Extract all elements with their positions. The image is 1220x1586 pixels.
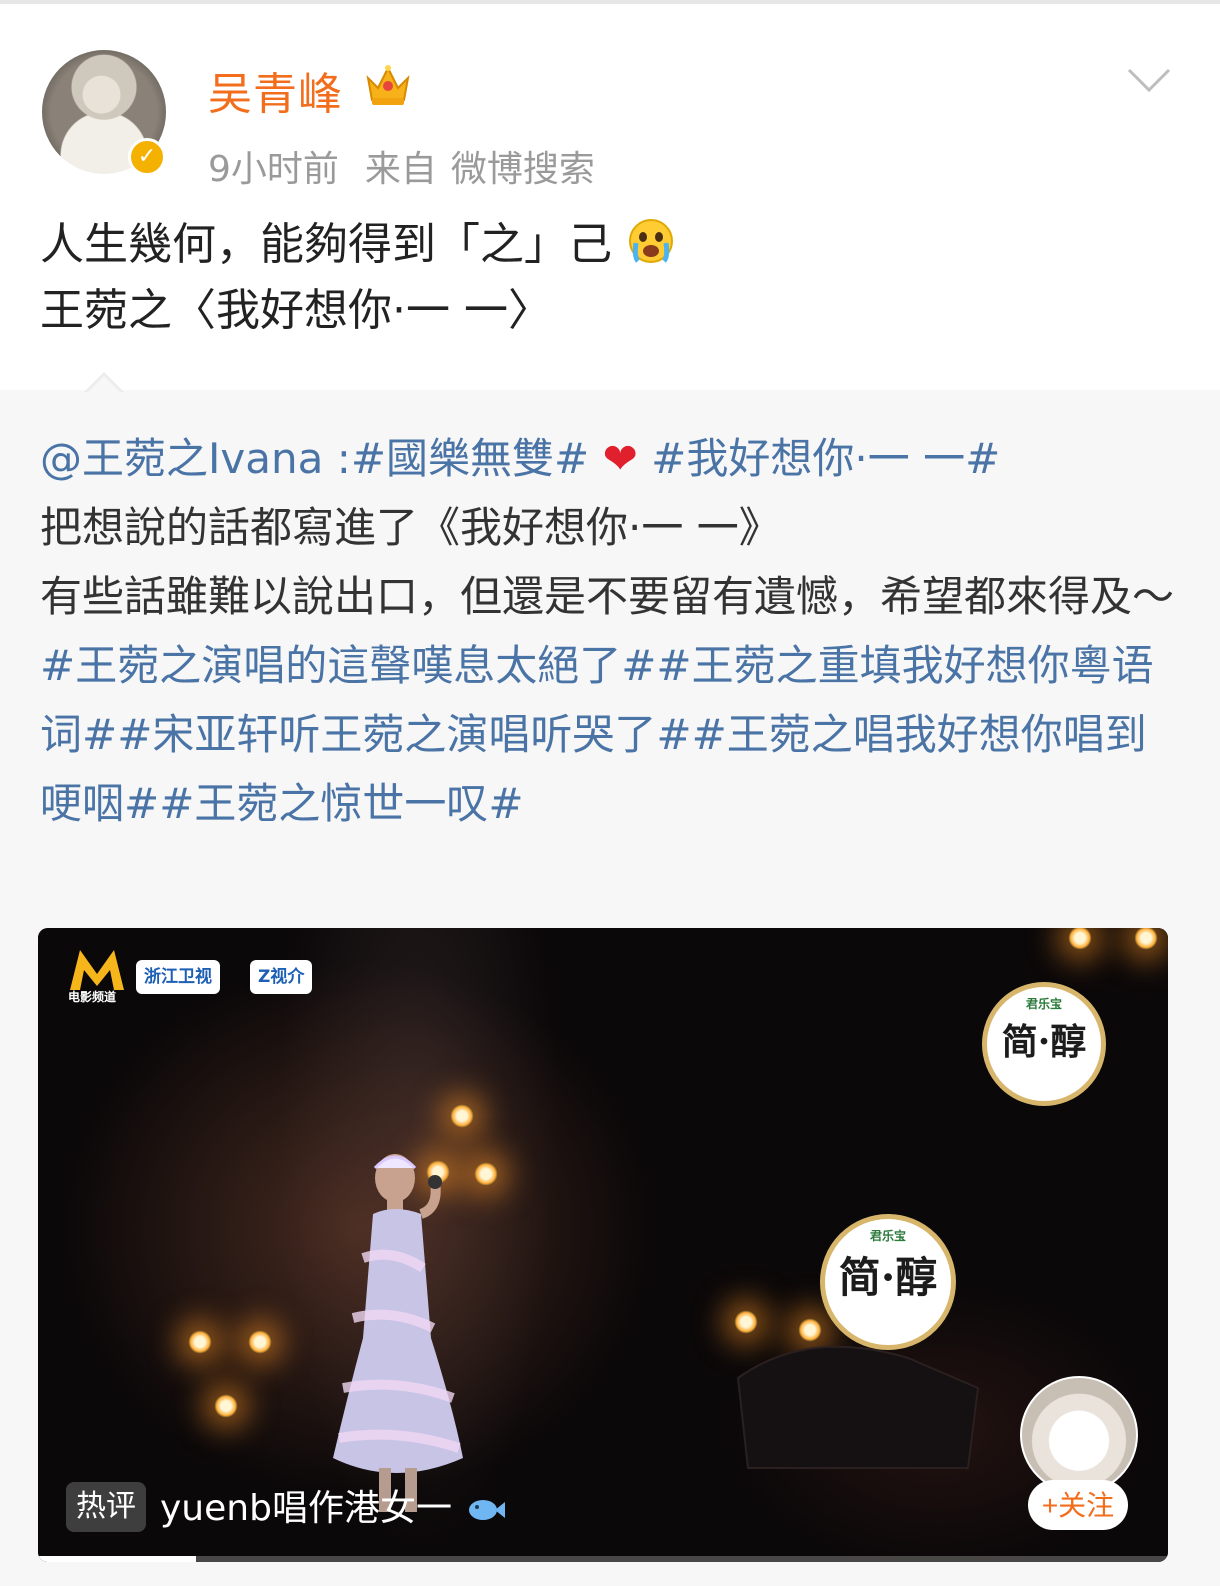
- top-divider: [0, 0, 1220, 4]
- hot-comment-tag: 热评: [66, 1482, 146, 1532]
- hot-comment-body: yuenb唱作港女一: [160, 1488, 452, 1529]
- source-prefix: 来自: [364, 149, 437, 190]
- follow-button[interactable]: +关注: [1028, 1480, 1128, 1530]
- tv-logo-zshijie: Z视介: [250, 960, 313, 994]
- post-text: 人生幾何，能夠得到「之」己 王菀之〈我好想你·一 一〉: [40, 212, 1190, 344]
- ad-name: 简·醇: [838, 1253, 938, 1302]
- ad-badge: 君乐宝 简·醇: [982, 982, 1106, 1106]
- ad-name: 简·醇: [1001, 1021, 1087, 1063]
- ad-brand: 君乐宝: [1025, 997, 1062, 1011]
- hot-comment-text[interactable]: yuenb唱作港女一: [160, 1484, 507, 1534]
- stage-light: [450, 1104, 474, 1128]
- heart-icon: ❤: [602, 434, 638, 483]
- stage-light: [248, 1330, 272, 1354]
- fish-emoji-icon: [469, 1500, 506, 1520]
- stage-light: [188, 1330, 212, 1354]
- post-source[interactable]: 微博搜索: [451, 149, 595, 190]
- channel-label: 电影频道: [68, 990, 117, 1004]
- topic-link[interactable]: #我好想你·一 一#: [651, 434, 1000, 483]
- post-time: 9小时前: [208, 149, 339, 190]
- follow-avatar[interactable]: [1020, 1376, 1138, 1494]
- username[interactable]: 吴青峰: [208, 58, 343, 122]
- topic-links[interactable]: #王菀之演唱的這聲嘆息太絕了##王菀之重填我好想你粵语词##宋亚轩听王菀之演唱听…: [40, 641, 1154, 828]
- piano-shape: [736, 1345, 980, 1469]
- crying-emoji-icon: [629, 219, 673, 263]
- repost-text: @王菀之Ivana :#國樂無雙# ❤ #我好想你·一 一# 把想說的話都寫進了…: [40, 424, 1180, 838]
- mention-colon: :: [323, 434, 351, 483]
- performer-figure: [333, 1154, 463, 1512]
- post-text-main: 人生幾何，能夠得到「之」己: [40, 219, 612, 270]
- post-meta: 9小时前 来自 微博搜索: [208, 140, 621, 192]
- video-player[interactable]: 电影频道 浙江卫视 Z视介 君乐宝 简·醇 君乐宝 简·醇 热评 yuenb唱作…: [38, 928, 1168, 1562]
- post-text-suffix: 王菀之〈我好想你·一 一〉: [40, 285, 552, 336]
- stage-light: [214, 1394, 238, 1418]
- repost-line: 把想說的話都寫進了《我好想你·一 一》: [40, 503, 781, 552]
- repost-notch-inner: [87, 376, 121, 393]
- progress-bar[interactable]: [38, 1556, 1168, 1562]
- topic-link[interactable]: #國樂無雙#: [351, 434, 589, 483]
- progress-fill: [38, 1556, 197, 1562]
- verified-icon: ✓: [128, 138, 166, 176]
- crown-icon: [366, 65, 410, 105]
- chevron-down-icon[interactable]: [1126, 66, 1172, 94]
- mention-link[interactable]: @王菀之Ivana: [40, 434, 323, 483]
- ad-brand: 君乐宝: [869, 1229, 906, 1243]
- tv-logo-zhejiang: 浙江卫视: [136, 960, 220, 994]
- repost-line: 有些話雖難以說出口，但還是不要留有遺憾，希望都來得及～: [40, 572, 1175, 621]
